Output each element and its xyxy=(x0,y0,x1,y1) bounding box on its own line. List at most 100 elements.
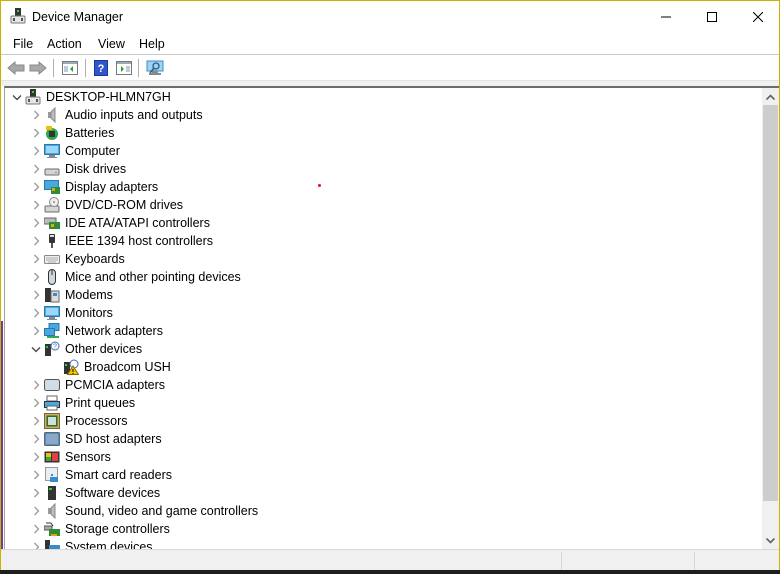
scan-hardware-changes-button[interactable] xyxy=(145,59,165,77)
tree-category-item[interactable]: Display adapters xyxy=(28,178,158,196)
tree-category-item[interactable]: Monitors xyxy=(28,304,113,322)
minimize-button[interactable] xyxy=(643,1,689,33)
tree-item-label: DESKTOP-HLMN7GH xyxy=(46,90,171,104)
expand-chevron-icon[interactable] xyxy=(28,232,44,250)
expand-chevron-icon[interactable] xyxy=(28,394,44,412)
collapse-chevron-icon[interactable] xyxy=(9,88,25,106)
show-hide-console-tree-button[interactable] xyxy=(60,59,80,77)
desktop-edge xyxy=(1,321,3,551)
expand-chevron-icon[interactable] xyxy=(28,412,44,430)
tree-category-item[interactable]: Software devices xyxy=(28,484,160,502)
expand-chevron-icon[interactable] xyxy=(28,430,44,448)
tree-category-item[interactable]: Modems xyxy=(28,286,113,304)
scrollbar-thumb[interactable] xyxy=(763,105,778,501)
status-bar xyxy=(1,549,779,571)
expand-chevron-icon[interactable] xyxy=(28,538,44,549)
forward-button[interactable] xyxy=(28,59,48,77)
show-hide-action-pane-button[interactable] xyxy=(114,59,134,77)
tree-item-label: Keyboards xyxy=(65,252,125,266)
tree-root-computer[interactable]: DESKTOP-HLMN7GH xyxy=(9,88,171,106)
close-button[interactable] xyxy=(735,1,780,33)
expand-chevron-icon[interactable] xyxy=(28,502,44,520)
expand-chevron-icon[interactable] xyxy=(28,466,44,484)
expand-chevron-icon[interactable] xyxy=(28,124,44,142)
tree-category-item[interactable]: Print queues xyxy=(28,394,135,412)
expand-chevron-icon[interactable] xyxy=(28,142,44,160)
software-device-icon xyxy=(44,485,60,501)
tree-category-item[interactable]: Smart card readers xyxy=(28,466,172,484)
modem-icon xyxy=(44,287,60,303)
device-manager-app-icon xyxy=(10,8,26,24)
warning-device-icon xyxy=(63,359,79,375)
expand-chevron-icon[interactable] xyxy=(28,520,44,538)
computer-root-icon xyxy=(25,89,41,105)
pcmcia-icon xyxy=(44,377,60,393)
taskbar-edge xyxy=(0,570,780,574)
device-tree: DESKTOP-HLMN7GH Audio inputs and outputs B… xyxy=(4,86,779,549)
expand-chevron-icon[interactable] xyxy=(28,322,44,340)
menu-action[interactable]: Action xyxy=(46,37,83,51)
monitor-icon xyxy=(44,305,60,321)
help-button[interactable]: ? xyxy=(91,59,111,77)
tree-category-item[interactable]: IDE ATA/ATAPI controllers xyxy=(28,214,210,232)
sensor-icon xyxy=(44,449,60,465)
printer-icon xyxy=(44,395,60,411)
expand-chevron-icon[interactable] xyxy=(28,250,44,268)
expand-chevron-icon[interactable] xyxy=(28,448,44,466)
expand-chevron-icon[interactable] xyxy=(28,286,44,304)
dvd-drive-icon xyxy=(44,197,60,213)
tree-category-item[interactable]: SD host adapters xyxy=(28,430,162,448)
maximize-button[interactable] xyxy=(689,1,735,33)
expand-chevron-icon[interactable] xyxy=(28,214,44,232)
tree-device-item[interactable]: Broadcom USH xyxy=(47,358,171,376)
collapse-chevron-icon[interactable] xyxy=(28,340,44,358)
menu-bar: File Action View Help xyxy=(1,33,779,55)
tree-category-item[interactable]: Keyboards xyxy=(28,250,125,268)
ide-controller-icon xyxy=(44,215,60,231)
monitor-icon xyxy=(44,143,60,159)
tree-category-item[interactable]: Sensors xyxy=(28,448,111,466)
tree-category-item[interactable]: IEEE 1394 host controllers xyxy=(28,232,213,250)
vertical-scrollbar[interactable] xyxy=(762,88,779,549)
expand-chevron-icon[interactable] xyxy=(28,376,44,394)
expand-chevron-icon[interactable] xyxy=(28,268,44,286)
menu-view[interactable]: View xyxy=(97,37,126,51)
disk-drive-icon xyxy=(44,161,60,177)
tree-category-item[interactable]: Mice and other pointing devices xyxy=(28,268,241,286)
expand-chevron-icon[interactable] xyxy=(28,106,44,124)
menu-help[interactable]: Help xyxy=(138,37,166,51)
scroll-up-button[interactable] xyxy=(762,88,779,105)
tree-category-item[interactable]: Storage controllers xyxy=(28,520,170,538)
window-title: Device Manager xyxy=(32,10,124,24)
tree-category-item[interactable]: Sound, video and game controllers xyxy=(28,502,258,520)
expand-chevron-icon[interactable] xyxy=(28,484,44,502)
tree-item-label: Processors xyxy=(65,414,128,428)
tree-category-item[interactable]: Processors xyxy=(28,412,128,430)
menu-file[interactable]: File xyxy=(12,37,34,51)
chevron-up-icon xyxy=(766,93,775,100)
tree-category-item[interactable]: System devices xyxy=(28,538,153,549)
mouse-icon xyxy=(44,269,60,285)
tree-category-item[interactable]: DVD/CD-ROM drives xyxy=(28,196,183,214)
back-button[interactable] xyxy=(6,59,26,77)
tree-item-label: Storage controllers xyxy=(65,522,170,536)
expand-chevron-icon[interactable] xyxy=(28,178,44,196)
tree-category-item[interactable]: Network adapters xyxy=(28,322,163,340)
expand-chevron-icon[interactable] xyxy=(28,304,44,322)
tree-category-item[interactable]: PCMCIA adapters xyxy=(28,376,165,394)
tree-category-item[interactable]: ? Other devices xyxy=(28,340,142,358)
expand-chevron-icon[interactable] xyxy=(28,160,44,178)
expand-chevron-icon[interactable] xyxy=(28,196,44,214)
toolbar-separator xyxy=(138,59,139,77)
tree-category-item[interactable]: Computer xyxy=(28,142,120,160)
status-cell xyxy=(694,552,779,570)
tree-category-item[interactable]: Disk drives xyxy=(28,160,126,178)
device-manager-window: Device Manager File Action View Help ? D… xyxy=(0,0,780,574)
scroll-down-button[interactable] xyxy=(762,532,779,549)
title-bar[interactable]: Device Manager xyxy=(1,1,779,33)
tree-category-item[interactable]: Audio inputs and outputs xyxy=(28,106,203,124)
minimize-icon xyxy=(661,16,671,18)
help-icon: ? xyxy=(94,60,108,76)
tree-category-item[interactable]: Batteries xyxy=(28,124,114,142)
show-hide-action-pane-icon xyxy=(116,61,132,75)
